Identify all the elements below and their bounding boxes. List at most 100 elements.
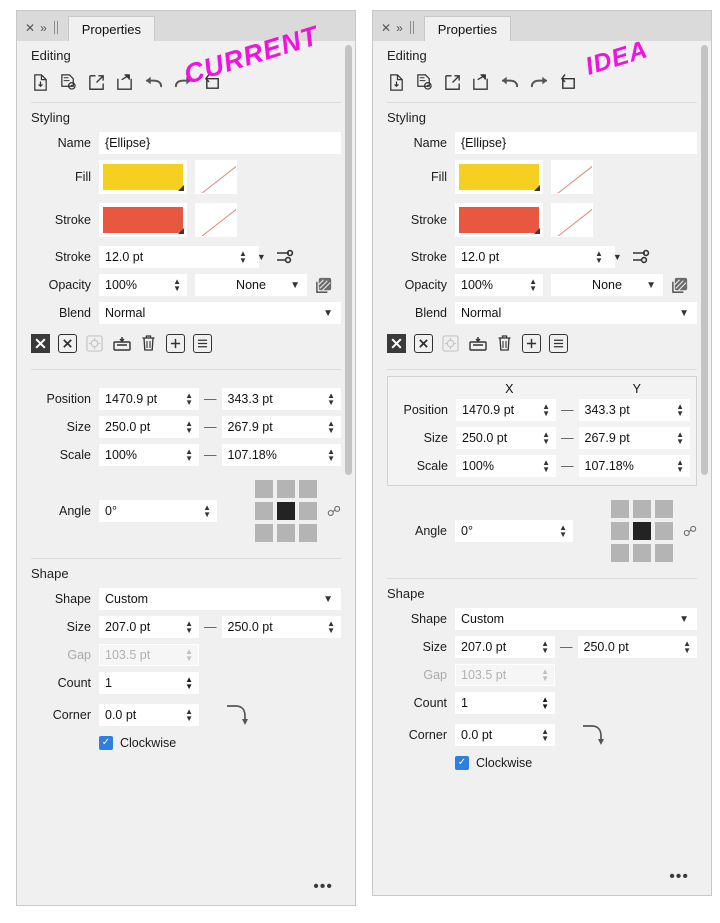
open-external-icon[interactable] [443, 73, 462, 92]
anchor-cell-center[interactable] [632, 522, 651, 540]
position-x-stepper[interactable]: ▲ ▼ [536, 403, 550, 418]
stroke-width-stepper[interactable]: ▲ ▼ [589, 250, 603, 265]
share-export-icon[interactable] [115, 73, 134, 92]
angle-input[interactable]: 0° ▲ ▼ [455, 520, 573, 542]
list-icon[interactable] [549, 334, 568, 353]
angle-input[interactable]: 0° ▲ ▼ [99, 500, 217, 522]
chevron-double-right-icon[interactable]: » [40, 22, 47, 34]
anchor-cell-br[interactable] [298, 524, 317, 542]
undo-icon[interactable] [499, 73, 520, 92]
blendmode-select[interactable]: None ▼ [551, 274, 663, 296]
anchor-cell-tl[interactable] [254, 480, 273, 498]
anchor-grid[interactable] [610, 500, 673, 562]
opacity-input[interactable]: 100% ▲ ▼ [455, 274, 543, 296]
anchor-cell-tr[interactable] [298, 480, 317, 498]
stroke-none-swatch[interactable] [195, 203, 237, 237]
anchor-grid[interactable] [254, 480, 317, 542]
angle-stepper[interactable]: ▲ ▼ [553, 524, 567, 539]
scale-y-stepper[interactable]: ▲ ▼ [670, 459, 684, 474]
corner-input[interactable]: 0.0 pt ▲ ▼ [99, 704, 199, 726]
anchor-cell-mr[interactable] [654, 522, 673, 540]
fill-none-swatch[interactable] [551, 160, 593, 194]
fill-none-swatch[interactable] [195, 160, 237, 194]
share-export-icon[interactable] [471, 73, 490, 92]
open-external-icon[interactable] [87, 73, 106, 92]
delete-filled-icon[interactable] [387, 334, 406, 353]
count-input[interactable]: 1 ▲ ▼ [455, 692, 555, 714]
anchor-cell-mr[interactable] [298, 502, 317, 520]
import-document-icon[interactable] [31, 73, 50, 92]
scale-x-input[interactable]: 100% ▲ ▼ [99, 444, 199, 466]
corner-stepper[interactable]: ▲ ▼ [179, 708, 193, 723]
shape-size-x-stepper[interactable]: ▲ ▼ [179, 620, 193, 635]
blendmode-select[interactable]: None ▼ [195, 274, 307, 296]
shape-size-y-input[interactable]: 250.0 pt ▲ ▼ [221, 616, 341, 638]
fill-color-swatch[interactable] [99, 160, 187, 194]
anchor-cell-bc[interactable] [276, 524, 295, 542]
anchor-cell-center[interactable] [276, 502, 295, 520]
undo-icon[interactable] [143, 73, 164, 92]
trash-icon[interactable] [139, 334, 158, 353]
position-y-stepper[interactable]: ▲ ▼ [321, 392, 335, 407]
shape-size-x-stepper[interactable]: ▲ ▼ [535, 640, 549, 655]
replace-loop-icon[interactable] [559, 73, 578, 92]
corner-stepper[interactable]: ▲ ▼ [535, 728, 549, 743]
delete-outline-icon[interactable] [414, 334, 433, 353]
anchor-cell-tr[interactable] [654, 500, 673, 518]
scale-x-stepper[interactable]: ▲ ▼ [536, 459, 550, 474]
delete-outline-icon[interactable] [58, 334, 77, 353]
size-x-stepper[interactable]: ▲ ▼ [179, 420, 193, 435]
fill-color-swatch[interactable] [455, 160, 543, 194]
redo-icon[interactable] [529, 73, 550, 92]
scale-y-stepper[interactable]: ▲ ▼ [321, 448, 335, 463]
shape-size-y-input[interactable]: 250.0 pt ▲ ▼ [577, 636, 697, 658]
scale-y-input[interactable]: 107.18% ▲ ▼ [578, 455, 690, 477]
flatten-icon[interactable] [112, 334, 131, 353]
opacity-input[interactable]: 100% ▲ ▼ [99, 274, 187, 296]
position-x-stepper[interactable]: ▲ ▼ [179, 392, 193, 407]
count-stepper[interactable]: ▲ ▼ [179, 676, 193, 691]
link-chain-icon[interactable]: ☍ [683, 523, 697, 540]
opacity-stepper[interactable]: ▲ ▼ [167, 278, 181, 293]
stroke-width-dropdown-caret[interactable]: ▼ [613, 252, 622, 262]
overflow-menu-button[interactable]: ••• [313, 879, 333, 895]
list-icon[interactable] [193, 334, 212, 353]
anchor-cell-ml[interactable] [254, 502, 273, 520]
count-stepper[interactable]: ▲ ▼ [535, 696, 549, 711]
opacity-stepper[interactable]: ▲ ▼ [523, 278, 537, 293]
drag-grip-icon[interactable] [409, 21, 416, 34]
shape-size-y-stepper[interactable]: ▲ ▼ [677, 640, 691, 655]
anchor-cell-tc[interactable] [276, 480, 295, 498]
position-y-stepper[interactable]: ▲ ▼ [670, 403, 684, 418]
anchor-cell-ml[interactable] [610, 522, 629, 540]
add-icon[interactable] [522, 334, 541, 353]
clockwise-checkbox[interactable]: ✓ [455, 756, 469, 770]
stroke-width-stepper[interactable]: ▲ ▼ [233, 250, 247, 265]
blend-select[interactable]: Normal ▼ [455, 302, 697, 324]
shape-select[interactable]: Custom ▼ [99, 588, 341, 610]
blend-select[interactable]: Normal ▼ [99, 302, 341, 324]
stroke-options-icon[interactable] [275, 248, 295, 266]
drag-grip-icon[interactable] [53, 21, 60, 34]
link-chain-icon[interactable]: ☍ [327, 503, 341, 520]
anchor-cell-bl[interactable] [610, 544, 629, 562]
scale-y-input[interactable]: 107.18% ▲ ▼ [221, 444, 341, 466]
size-x-input[interactable]: 250.0 pt ▲ ▼ [456, 427, 556, 449]
layer-effects-icon[interactable] [671, 276, 690, 295]
angle-stepper[interactable]: ▲ ▼ [197, 504, 211, 519]
close-icon[interactable]: ✕ [381, 22, 391, 34]
scrollbar-thumb[interactable] [345, 45, 352, 475]
corner-curve-icon[interactable] [579, 720, 613, 750]
position-y-input[interactable]: 343.3 pt ▲ ▼ [578, 399, 690, 421]
vertical-scrollbar[interactable] [344, 45, 353, 901]
size-y-stepper[interactable]: ▲ ▼ [321, 420, 335, 435]
name-input[interactable]: {Ellipse} [455, 132, 697, 154]
name-input[interactable]: {Ellipse} [99, 132, 341, 154]
trash-icon[interactable] [495, 334, 514, 353]
anchor-cell-br[interactable] [654, 544, 673, 562]
count-input[interactable]: 1 ▲ ▼ [99, 672, 199, 694]
anchor-cell-tc[interactable] [632, 500, 651, 518]
flatten-icon[interactable] [468, 334, 487, 353]
size-x-input[interactable]: 250.0 pt ▲ ▼ [99, 416, 199, 438]
anchor-cell-bc[interactable] [632, 544, 651, 562]
